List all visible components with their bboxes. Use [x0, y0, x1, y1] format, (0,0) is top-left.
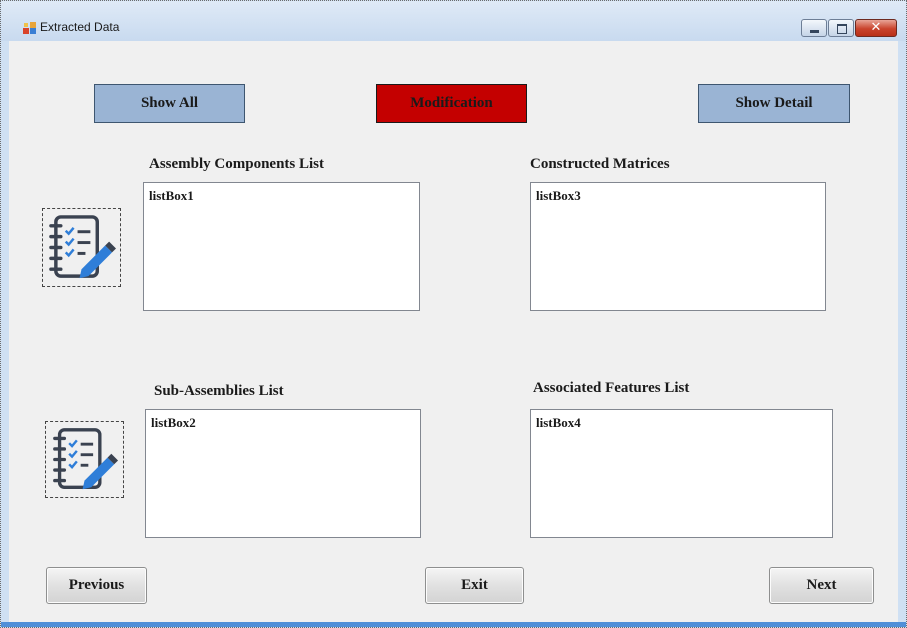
associated-features-listbox[interactable]: listBox4 [530, 409, 833, 538]
window-title: Extracted Data [40, 20, 120, 34]
next-button[interactable]: Next [769, 567, 874, 604]
listbox-placeholder: listBox4 [536, 415, 581, 430]
next-label: Next [806, 577, 837, 593]
window-app-icon [23, 22, 36, 34]
show-all-label: Show All [140, 95, 199, 111]
title-bar: Extracted Data ✕ [1, 1, 906, 41]
show-detail-button[interactable]: Show Detail [698, 84, 850, 123]
designer-frame: Extracted Data ✕ Show All Modification S… [0, 0, 907, 628]
assembly-components-listbox[interactable]: listBox1 [143, 182, 420, 311]
minimize-button[interactable] [801, 19, 827, 37]
listbox-placeholder: listBox2 [151, 415, 196, 430]
maximize-button[interactable] [828, 19, 854, 37]
previous-label: Previous [68, 577, 125, 593]
show-detail-label: Show Detail [735, 95, 813, 111]
maximize-icon [837, 24, 847, 34]
modification-label: Modification [410, 95, 493, 111]
exit-label: Exit [461, 577, 488, 593]
associated-features-label: Associated Features List [533, 380, 690, 396]
assembly-components-label: Assembly Components List [149, 156, 325, 172]
constructed-matrices-label: Constructed Matrices [530, 156, 670, 172]
modification-button[interactable]: Modification [376, 84, 527, 123]
sub-assemblies-label: Sub-Assemblies List [154, 383, 284, 399]
checklist-notepad-icon [49, 215, 117, 279]
previous-button[interactable]: Previous [46, 567, 147, 604]
exit-button[interactable]: Exit [425, 567, 524, 604]
components-picturebox[interactable] [42, 208, 121, 287]
checklist-notepad-icon [53, 428, 119, 490]
show-all-button[interactable]: Show All [94, 84, 245, 123]
window-bottom-border [1, 622, 906, 627]
close-icon: ✕ [870, 20, 882, 35]
close-button[interactable]: ✕ [855, 19, 897, 37]
minimize-icon [810, 30, 819, 33]
subassemblies-picturebox[interactable] [45, 421, 124, 498]
listbox-placeholder: listBox3 [536, 188, 581, 203]
listbox-placeholder: listBox1 [149, 188, 194, 203]
constructed-matrices-listbox[interactable]: listBox3 [530, 182, 826, 311]
sub-assemblies-listbox[interactable]: listBox2 [145, 409, 421, 538]
